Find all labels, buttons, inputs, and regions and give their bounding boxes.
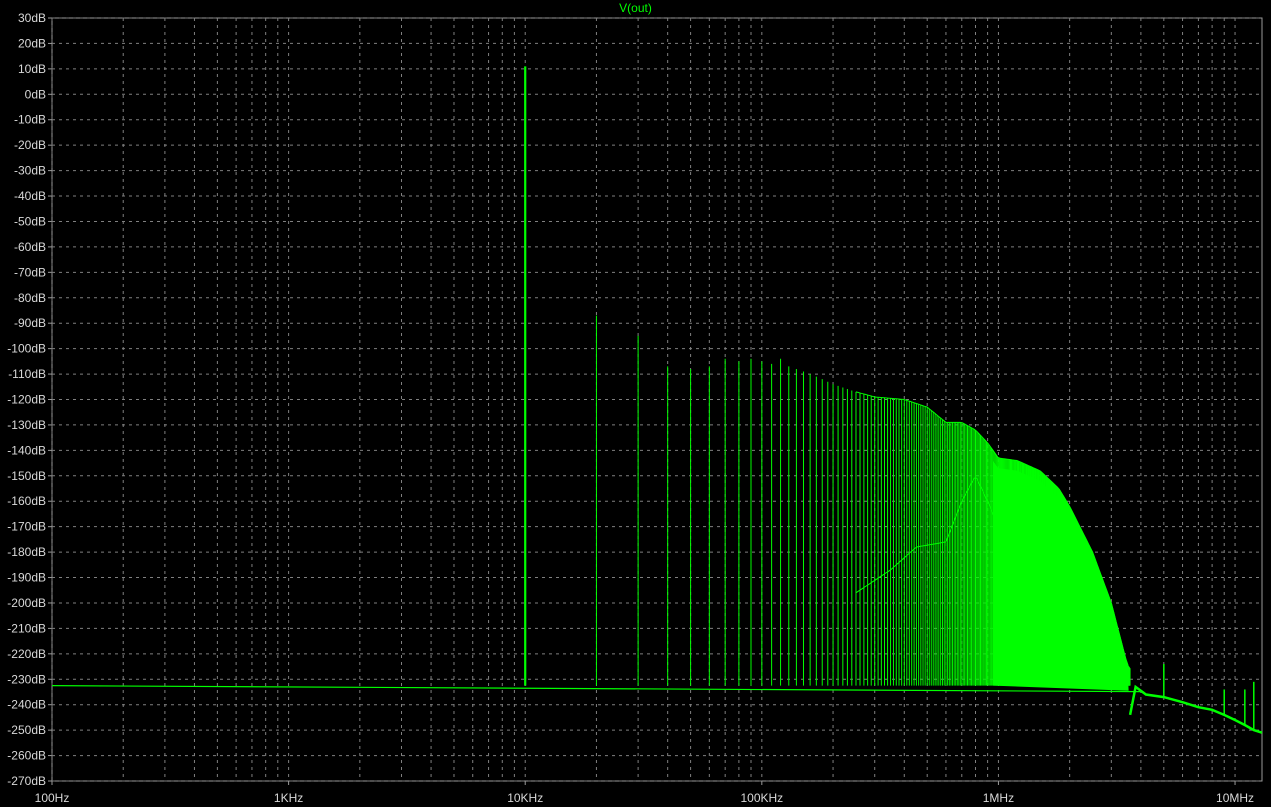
x-tick-label: 10KHz: [507, 791, 543, 805]
y-tick-label: -180dB: [7, 545, 46, 559]
y-tick-label: 20dB: [18, 36, 46, 50]
y-tick-label: -220dB: [7, 647, 46, 661]
x-tick-label: 1KHz: [274, 791, 303, 805]
y-tick-label: -10dB: [14, 113, 46, 127]
y-tick-label: -210dB: [7, 621, 46, 635]
y-tick-label: -60dB: [14, 240, 46, 254]
x-tick-label: 100Hz: [35, 791, 70, 805]
y-tick-label: -70dB: [14, 265, 46, 279]
y-tick-label: -30dB: [14, 164, 46, 178]
tail-trace: [1128, 684, 1263, 734]
y-tick-label: 10dB: [18, 62, 46, 76]
y-tick-label: -90dB: [14, 316, 46, 330]
y-tick-label: -130dB: [7, 418, 46, 432]
y-tick-label: -260dB: [7, 749, 46, 763]
y-tick-label: -270dB: [7, 774, 46, 788]
y-tick-label: -250dB: [7, 723, 46, 737]
y-tick-label: -50dB: [14, 214, 46, 228]
x-tick-label: 100KHz: [740, 791, 783, 805]
y-tick-label: 0dB: [25, 87, 46, 101]
y-tick-label: -150dB: [7, 469, 46, 483]
y-tick-label: -80dB: [14, 291, 46, 305]
y-tick-label: 30dB: [18, 11, 46, 25]
x-tick-label: 1MHz: [983, 791, 1014, 805]
y-tick-label: -40dB: [14, 189, 46, 203]
y-tick-label: -230dB: [7, 672, 46, 686]
y-tick-label: -110dB: [8, 367, 46, 381]
y-tick-label: -170dB: [7, 520, 46, 534]
y-tick-label: -240dB: [7, 698, 46, 712]
y-tick-label: -160dB: [7, 494, 46, 508]
y-tick-label: -140dB: [7, 443, 46, 457]
spectrum-chart: 30dB 20dB 10dB 0dB -10dB -20dB -30dB -40dB -50dB…: [7, 11, 1263, 805]
y-tick-label: -200dB: [7, 596, 46, 610]
y-tick-label: -100dB: [7, 342, 46, 356]
y-tick-label: -190dB: [7, 571, 46, 585]
y-tick-label: -20dB: [14, 138, 46, 152]
y-tick-label: -120dB: [7, 393, 46, 407]
x-tick-label: 10MHz: [1216, 791, 1254, 805]
